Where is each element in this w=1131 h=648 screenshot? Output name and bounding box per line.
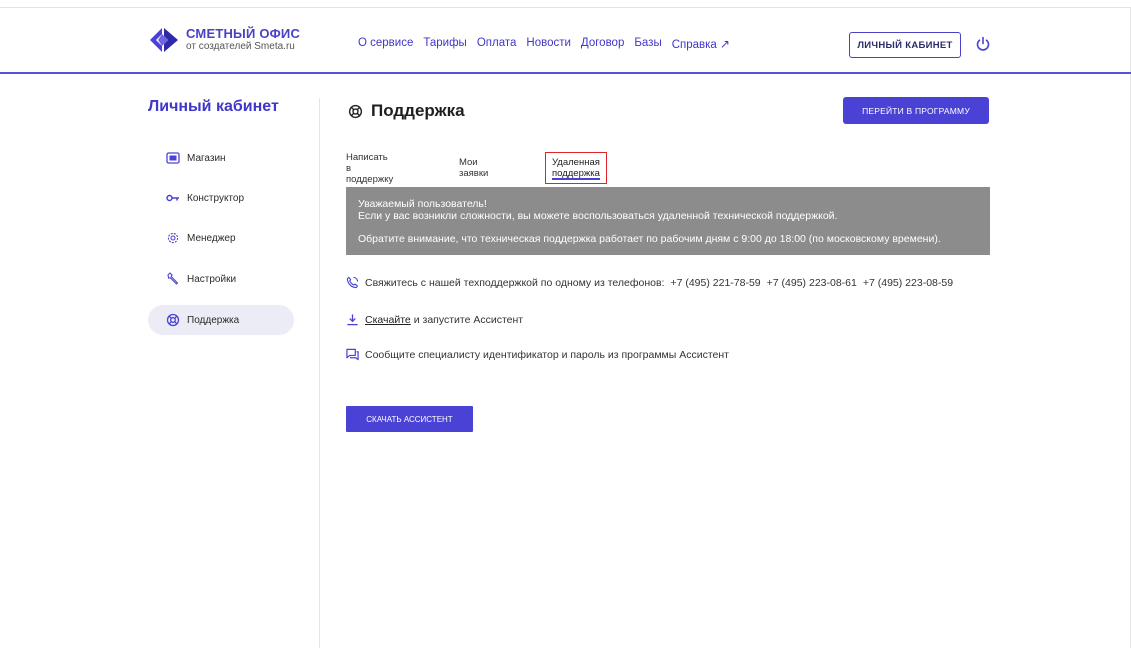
phone-number-1[interactable]: +7 (495) 221-78-59	[670, 277, 760, 289]
page-title: Поддержка	[348, 101, 465, 121]
tab-remote-support[interactable]: Удаленная поддержка	[545, 152, 607, 184]
sidebar-item-constructor[interactable]: Конструктор	[148, 183, 294, 213]
phone-icon	[346, 276, 359, 289]
phone-number-3[interactable]: +7 (495) 223-08-59	[863, 277, 953, 289]
wrench-icon	[167, 272, 179, 285]
sidebar-item-label: Поддержка	[187, 314, 240, 326]
logo-mark-icon	[150, 27, 178, 52]
personal-cabinet-button[interactable]: ЛИЧНЫЙ КАБИНЕТ	[849, 32, 961, 58]
nav-help-label: Справка	[671, 39, 717, 51]
sidebar-item-store[interactable]: Магазин	[148, 143, 294, 173]
sidebar-title: Личный кабинет	[148, 98, 279, 115]
tab-write-support[interactable]: Написать в поддержку	[346, 152, 393, 185]
top-nav: О сервисе Тарифы Оплата Новости Договор …	[358, 37, 730, 51]
lifebuoy-icon	[348, 104, 363, 118]
power-icon[interactable]	[974, 35, 992, 53]
nav-about[interactable]: О сервисе	[358, 37, 413, 51]
sidebar-item-label: Конструктор	[187, 192, 245, 204]
nav-payment[interactable]: Оплата	[477, 37, 517, 51]
sidebar-divider	[319, 98, 320, 648]
chat-icon	[346, 348, 359, 361]
contact-phones-row: Свяжитесь с нашей техподдержкой по одном…	[346, 276, 953, 289]
go-to-program-button[interactable]: ПЕРЕЙТИ В ПРОГРАММУ	[843, 97, 989, 124]
logo-subtitle: от создателей Smeta.ru	[186, 41, 295, 52]
notice-greeting: Уважаемый пользователь!	[358, 198, 487, 210]
phone-number-2[interactable]: +7 (495) 223-08-61	[767, 277, 857, 289]
sidebar-item-support[interactable]: Поддержка	[148, 305, 294, 335]
download-row: Скачайте и запустите Ассистент	[346, 313, 523, 326]
store-icon	[166, 152, 180, 164]
sidebar-item-manager[interactable]: Менеджер	[148, 223, 294, 253]
page-title-text: Поддержка	[371, 101, 465, 120]
contact-text: Свяжитесь с нашей техподдержкой по одном…	[365, 276, 665, 289]
remote-support-notice: Уважаемый пользователь! Если у вас возни…	[346, 187, 990, 255]
sidebar-item-label: Менеджер	[187, 232, 236, 244]
key-icon	[166, 194, 179, 202]
nav-contract[interactable]: Договор	[581, 37, 624, 51]
notice-hours: Обратите внимание, что техническая подде…	[358, 233, 941, 245]
lifebuoy-icon	[166, 313, 180, 327]
notice-text: Если у вас возникли сложности, вы можете…	[358, 210, 838, 222]
logo-title: СМЕТНЫЙ ОФИС	[186, 26, 301, 41]
window-top-edge	[0, 0, 1131, 8]
download-icon	[347, 314, 358, 326]
sidebar-item-label: Настройки	[187, 273, 237, 285]
download-assistant-button[interactable]: СКАЧАТЬ АССИСТЕНТ	[346, 406, 473, 432]
report-text: Сообщите специалисту идентификатор и пар…	[365, 348, 729, 361]
nav-help[interactable]: Справка ↗	[672, 37, 730, 51]
logo[interactable]: СМЕТНЫЙ ОФИС от создателей Smeta.ru	[150, 27, 300, 52]
report-id-row: Сообщите специалисту идентификатор и пар…	[346, 348, 729, 361]
site-header: СМЕТНЫЙ ОФИС от создателей Smeta.ru О се…	[0, 8, 1131, 74]
download-link[interactable]: Скачайте	[365, 314, 411, 326]
gear-icon	[167, 232, 179, 244]
tab-my-requests[interactable]: Мои заявки	[459, 152, 488, 184]
nav-tariffs[interactable]: Тарифы	[423, 37, 466, 51]
sidebar-item-label: Магазин	[187, 152, 226, 164]
arrow-up-right-icon: ↗	[719, 37, 730, 51]
nav-news[interactable]: Новости	[526, 37, 571, 51]
sidebar-item-settings[interactable]: Настройки	[148, 264, 294, 294]
nav-bases[interactable]: Базы	[634, 37, 661, 51]
download-rest-text: и запустите Ассистент	[413, 313, 524, 326]
